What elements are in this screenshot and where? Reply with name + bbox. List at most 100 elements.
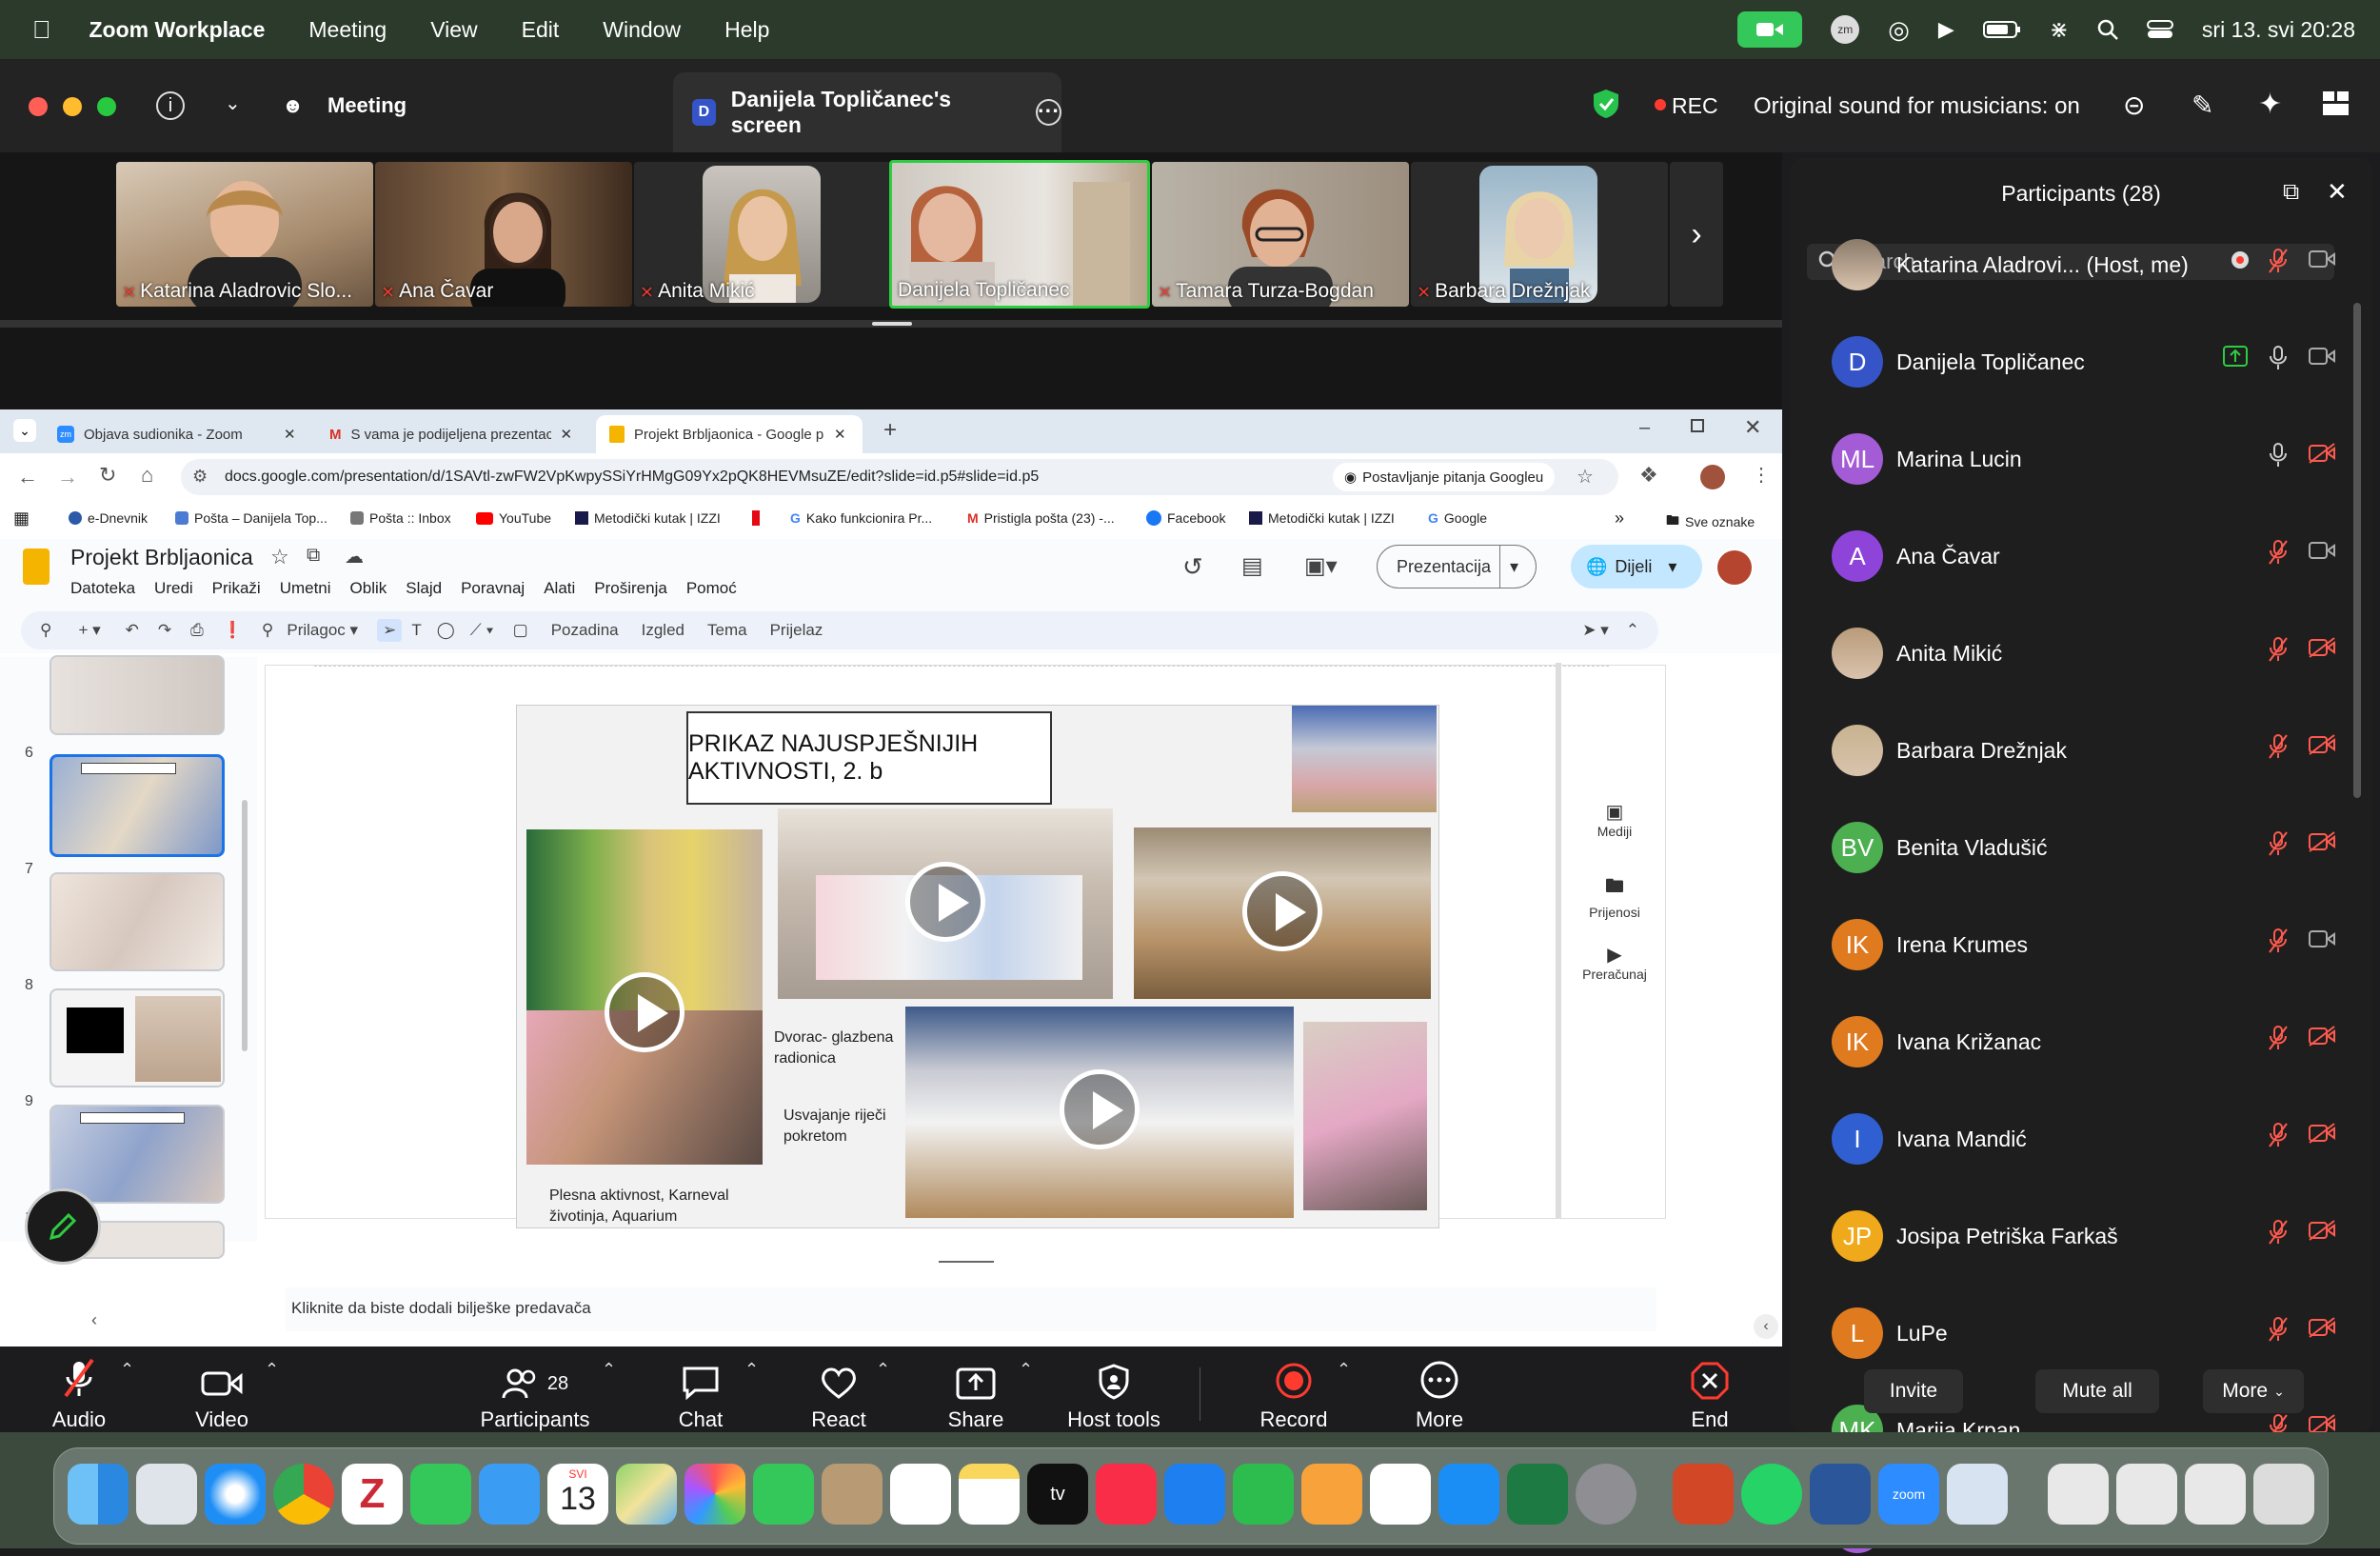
bookmark-item[interactable]: G Google xyxy=(1428,510,1487,526)
toolbar-layout[interactable]: Izgled xyxy=(642,621,684,640)
tab-gmail-shared[interactable]: M S vama je podijeljena prezentac ✕ xyxy=(316,415,592,453)
calendar-icon[interactable]: SVI 13 xyxy=(547,1464,608,1525)
pen-mode-icon[interactable]: ➤ ▾ xyxy=(1582,621,1609,640)
participant-row[interactable]: IK Ivana Križanac xyxy=(1832,1013,2336,1070)
zoom-icon[interactable]: ⚲ xyxy=(262,621,273,640)
slide-title-box[interactable]: PRIKAZ NAJUSPJEŠNIJIH AKTIVNOSTI, 2. b xyxy=(686,711,1052,805)
menu-help[interactable]: Pomoć xyxy=(686,579,737,598)
contacts-icon[interactable] xyxy=(822,1464,883,1525)
music-icon[interactable] xyxy=(1096,1464,1157,1525)
end-meeting-button[interactable]: End xyxy=(1687,1347,1733,1442)
slide-thumbnail[interactable] xyxy=(50,988,225,1087)
comments-icon[interactable]: ▤ xyxy=(1241,552,1263,580)
slide-content[interactable]: PRIKAZ NAJUSPJEŠNIJIH AKTIVNOSTI, 2. b D… xyxy=(516,705,1439,1228)
video-off-icon[interactable] xyxy=(2308,1122,2336,1148)
muted-mic-icon[interactable] xyxy=(2268,248,2289,274)
menu-help[interactable]: Help xyxy=(724,17,769,43)
powerpoint-icon[interactable] xyxy=(1673,1464,1734,1525)
photos-icon[interactable] xyxy=(684,1464,745,1525)
play-icon[interactable]: ▶ xyxy=(1938,17,1954,42)
original-sound-label[interactable]: Original sound for musicians: on xyxy=(1754,93,2080,120)
video-play-icon[interactable] xyxy=(1242,871,1322,951)
present-button[interactable]: Prezentacija ▾ xyxy=(1377,545,1537,588)
bookmark-item[interactable]: Metodički kutak | IZZI xyxy=(1249,510,1395,526)
tab-search-button[interactable]: ⌄ xyxy=(13,419,36,442)
filmstrip-scrollbar[interactable] xyxy=(242,800,248,1051)
zoom-select[interactable]: Prilagoc ▾ xyxy=(287,621,358,640)
toolbar-background[interactable]: Pozadina xyxy=(551,621,619,640)
muted-mic-icon[interactable] xyxy=(2268,1122,2289,1148)
video-icon[interactable] xyxy=(2308,539,2336,566)
meet-icon[interactable]: ▣▾ xyxy=(1304,552,1338,580)
bookmark-item[interactable]: YouTube xyxy=(476,510,551,526)
menu-arrange[interactable]: Poravnaj xyxy=(461,579,525,598)
browser-minimize-button[interactable]: – xyxy=(1639,417,1650,439)
menu-view[interactable]: Prikaži xyxy=(212,579,261,598)
browser-restore-button[interactable] xyxy=(1691,419,1704,432)
share-button[interactable]: 🌐 Dijeli ▾ xyxy=(1571,545,1702,588)
zoom-camera-status-icon[interactable] xyxy=(1737,11,1803,48)
bookmark-item[interactable]: Metodički kutak | IZZI xyxy=(575,510,721,526)
menu-insert[interactable]: Umetni xyxy=(280,579,331,598)
share-screen-button[interactable]: Share xyxy=(944,1347,1007,1442)
bookmark-item[interactable]: M Pristigla pošta (23) -... xyxy=(967,510,1115,526)
participant-row[interactable]: L LuPe xyxy=(1832,1305,2336,1362)
filmstrip-collapse-icon[interactable]: ‹ xyxy=(91,1310,97,1330)
muted-mic-icon[interactable] xyxy=(2268,1316,2289,1343)
wifi-icon[interactable]: ⋇ xyxy=(2050,16,2069,44)
stack-folder-icon[interactable] xyxy=(2185,1464,2246,1525)
video-off-icon[interactable] xyxy=(2308,1316,2336,1343)
apple-tv-icon[interactable]: tv xyxy=(1027,1464,1088,1525)
star-icon[interactable]: ☆ xyxy=(270,545,289,569)
video-icon[interactable] xyxy=(2308,928,2336,954)
video-play-icon[interactable] xyxy=(1060,1069,1140,1149)
maps-icon[interactable] xyxy=(616,1464,677,1525)
caption-castle-workshop[interactable]: Dvorac- glazbena radionica xyxy=(774,1027,907,1069)
video-play-icon[interactable] xyxy=(905,862,985,942)
menu-window[interactable]: Window xyxy=(603,17,681,43)
window-minimize-button[interactable] xyxy=(63,97,82,116)
slide-thumbnail-selected[interactable] xyxy=(50,754,225,857)
menu-extensions[interactable]: Proširenja xyxy=(594,579,667,598)
notes-divider-handle[interactable] xyxy=(939,1261,994,1263)
collapse-toolbar-icon[interactable]: ⌃ xyxy=(1626,621,1639,640)
whatsapp-icon[interactable] xyxy=(1741,1464,1802,1525)
side-tool-media[interactable]: ▣ Mediji xyxy=(1575,800,1655,839)
stack-folder-icon[interactable] xyxy=(2048,1464,2109,1525)
muted-mic-icon[interactable] xyxy=(2268,1219,2289,1246)
bookmark-item[interactable] xyxy=(752,510,760,526)
video-gym-kids[interactable] xyxy=(1134,828,1431,999)
video-tile[interactable]: ⨯ Ana Čavar xyxy=(375,162,632,307)
muted-mic-icon[interactable] xyxy=(2268,928,2289,954)
bookmark-item[interactable]: G Kako funkcionira Pr... xyxy=(790,510,932,526)
muted-mic-icon[interactable] xyxy=(2268,830,2289,857)
video-tile[interactable]: ⨯ Tamara Turza-Bogdan xyxy=(1152,162,1409,307)
shape-icon[interactable]: ◯ xyxy=(437,621,455,640)
close-icon[interactable]: ✕ xyxy=(2327,177,2348,207)
toolbar-theme[interactable]: Tema xyxy=(707,621,747,640)
muted-mic-icon[interactable] xyxy=(2268,636,2289,663)
video-icon[interactable] xyxy=(2308,345,2336,371)
record-options-caret[interactable]: ⌃ xyxy=(1337,1360,1351,1380)
video-tile[interactable]: ⨯ Katarina Aladrovic Slo... xyxy=(116,162,373,307)
share-options-icon[interactable]: ··· xyxy=(1036,99,1061,126)
screen-share-status-icon[interactable]: ◎ xyxy=(1888,15,1910,45)
muted-mic-icon[interactable] xyxy=(2268,733,2289,760)
undo-icon[interactable]: ↶ xyxy=(126,621,139,640)
reminders-icon[interactable] xyxy=(890,1464,951,1525)
menu-view[interactable]: View xyxy=(430,17,477,43)
window-zoom-button[interactable] xyxy=(97,97,116,116)
popout-icon[interactable]: ⧉ xyxy=(2283,179,2299,206)
side-tool-recalculate[interactable]: ▶ Preračunaj xyxy=(1575,943,1655,982)
caption-words-movement[interactable]: Usvajanje riječi pokretom xyxy=(783,1106,902,1147)
participants-button[interactable]: 28 Participants xyxy=(476,1347,594,1442)
menu-edit[interactable]: Edit xyxy=(522,17,560,43)
video-off-icon[interactable] xyxy=(2308,830,2336,857)
speaker-notes[interactable]: Kliknite da biste dodali bilješke predav… xyxy=(286,1287,1656,1331)
video-off-icon[interactable] xyxy=(2308,442,2336,469)
bookmark-item[interactable]: Facebook xyxy=(1146,510,1225,526)
text-box-icon[interactable]: T xyxy=(411,621,421,640)
react-options-caret[interactable]: ⌃ xyxy=(876,1360,890,1380)
spotlight-search-icon[interactable] xyxy=(2097,19,2118,40)
numbers-icon[interactable] xyxy=(1233,1464,1294,1525)
